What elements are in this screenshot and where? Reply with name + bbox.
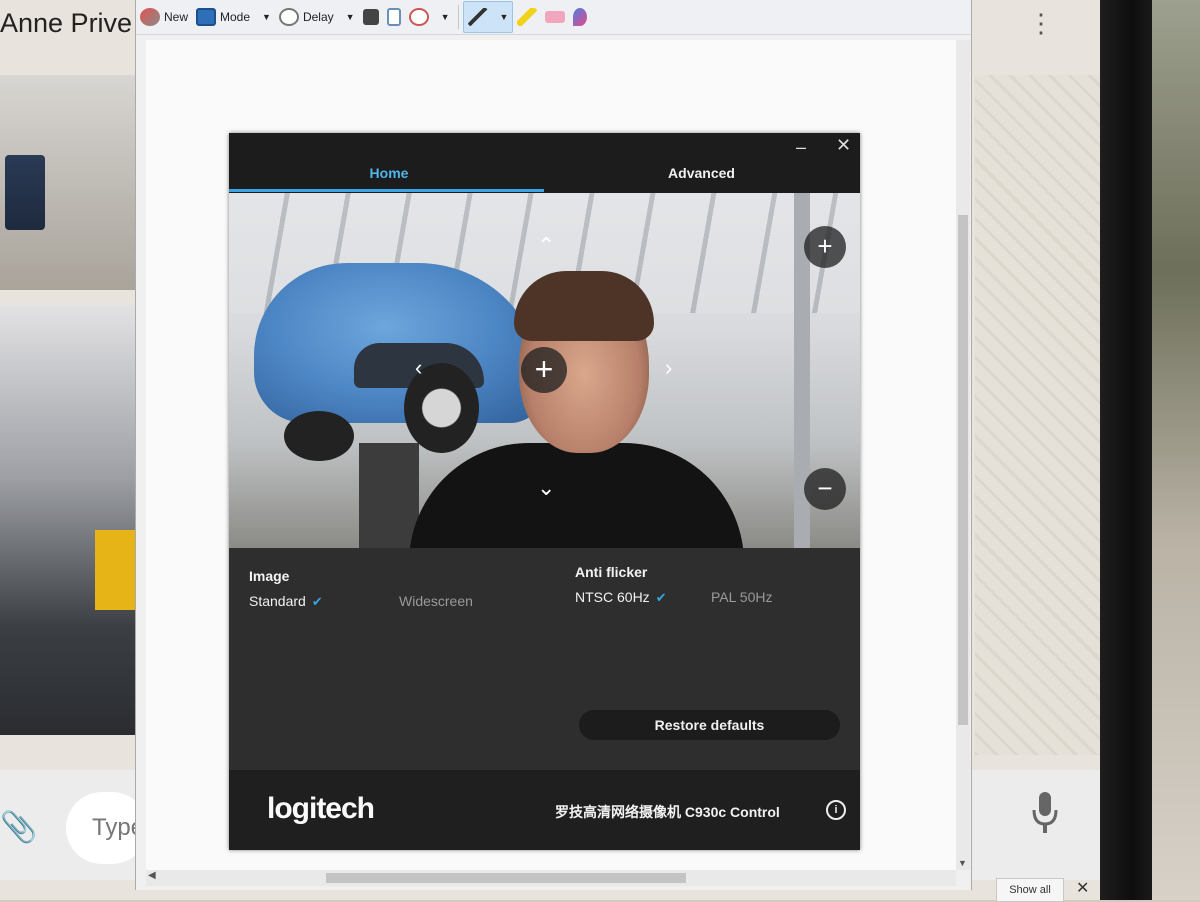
close-button[interactable]: ✕ <box>836 135 851 156</box>
ntsc-check-icon: ✔ <box>655 590 667 605</box>
preview-car-lift <box>359 443 419 548</box>
photo-forklift <box>95 530 140 610</box>
camera-preview[interactable]: + ⌃ ⌄ ‹ › + − <box>229 193 860 548</box>
chat-wallpaper <box>975 75 1100 755</box>
paint-icon <box>573 8 588 26</box>
delay-dropdown-icon[interactable]: ▼ <box>346 12 355 22</box>
highlighter-button[interactable] <box>513 2 541 32</box>
settings-panel: Image Standard ✔ Widescreen Anti flicker … <box>229 548 860 770</box>
scroll-left-icon[interactable]: ◀ <box>148 870 156 881</box>
paint-button[interactable] <box>569 2 591 32</box>
pen-dropdown-icon[interactable]: ▼ <box>500 12 509 22</box>
horizontal-scrollbar[interactable]: ◀ <box>146 870 956 886</box>
image-option-widescreen[interactable]: Widescreen <box>399 593 473 609</box>
photo-person <box>5 155 45 230</box>
tab-advanced[interactable]: Advanced <box>639 165 764 181</box>
send-icon <box>408 8 429 26</box>
delay-label: Delay <box>302 10 334 24</box>
title-bar: – ✕ Home Advanced <box>229 133 860 193</box>
standard-label: Standard <box>249 593 306 609</box>
image-option-standard[interactable]: Standard ✔ <box>249 593 323 610</box>
clock-icon <box>278 8 299 26</box>
vertical-scroll-thumb[interactable] <box>958 215 968 725</box>
toolbar-separator <box>457 5 459 29</box>
pan-left-icon[interactable]: ‹ <box>415 355 422 381</box>
highlighter-icon <box>517 8 538 26</box>
scissors-icon <box>140 8 160 26</box>
mode-dropdown-icon[interactable]: ▼ <box>262 12 271 22</box>
contact-name[interactable]: Anne Prive <box>0 8 132 39</box>
standard-check-icon: ✔ <box>311 594 323 609</box>
mode-icon <box>196 8 217 26</box>
eraser-button[interactable] <box>541 2 569 32</box>
copy-button[interactable] <box>383 2 405 32</box>
pan-down-icon[interactable]: ⌄ <box>537 475 555 501</box>
preview-person-hair <box>514 271 654 341</box>
mode-label: Mode <box>220 10 251 24</box>
anti-flicker-option-ntsc[interactable]: NTSC 60Hz ✔ <box>575 589 667 606</box>
more-options-icon[interactable]: ⋮ <box>1028 8 1054 39</box>
info-icon[interactable]: i <box>826 800 846 820</box>
save-icon <box>362 9 379 25</box>
product-name: 罗技高清网络摄像机 C930c Control <box>555 804 780 820</box>
microphone-icon[interactable] <box>1030 790 1060 836</box>
logitech-logo: logitech <box>267 792 375 825</box>
send-button[interactable]: ▼ <box>405 2 454 32</box>
horizontal-scroll-thumb[interactable] <box>326 873 686 883</box>
new-label: New <box>164 10 189 24</box>
send-dropdown-icon[interactable]: ▼ <box>441 12 450 22</box>
anti-flicker-label: Anti flicker <box>575 564 648 580</box>
pan-crosshair-icon[interactable]: + <box>521 347 567 393</box>
ntsc-label: NTSC 60Hz <box>575 589 650 605</box>
pan-up-icon[interactable]: ⌃ <box>537 233 555 259</box>
restore-defaults-button[interactable]: Restore defaults <box>579 710 840 740</box>
attach-icon[interactable]: 📎 <box>0 810 37 845</box>
pan-right-icon[interactable]: › <box>665 355 672 381</box>
new-snip-button[interactable]: New <box>136 2 192 32</box>
active-tab-indicator <box>229 189 544 192</box>
show-all-button[interactable]: Show all <box>996 878 1064 902</box>
chat-photo-1[interactable] <box>0 75 135 290</box>
preview-rear-wheel <box>284 411 354 461</box>
close-download-bar-icon[interactable]: ✕ <box>1076 878 1089 898</box>
copy-icon <box>386 8 401 26</box>
save-button[interactable] <box>359 2 383 32</box>
room-background <box>1152 0 1200 900</box>
logitech-camera-window: – ✕ Home Advanced + ⌃ ⌄ ‹ › + − Image St… <box>229 133 860 850</box>
scroll-down-icon[interactable]: ▼ <box>958 858 967 868</box>
image-label: Image <box>249 568 290 584</box>
mode-button[interactable]: Mode ▼ <box>192 2 275 32</box>
zoom-out-button[interactable]: − <box>804 468 846 510</box>
snipping-toolbar: New Mode ▼ Delay ▼ ▼ ▼ <box>136 0 971 35</box>
minimize-button[interactable]: – <box>796 137 806 158</box>
eraser-icon <box>545 11 566 23</box>
zoom-in-button[interactable]: + <box>804 226 846 268</box>
pen-icon <box>467 8 488 26</box>
anti-flicker-option-pal[interactable]: PAL 50Hz <box>711 589 772 605</box>
footer: logitech 罗技高清网络摄像机 C930c Control i <box>229 770 860 850</box>
chat-photo-2[interactable] <box>0 305 140 735</box>
preview-person-body <box>409 443 744 548</box>
vertical-scrollbar[interactable]: ▼ <box>956 40 970 870</box>
monitor-bezel <box>1100 0 1152 900</box>
pen-button[interactable]: ▼ <box>462 1 514 33</box>
tab-home[interactable]: Home <box>329 165 449 181</box>
delay-button[interactable]: Delay ▼ <box>275 2 359 32</box>
